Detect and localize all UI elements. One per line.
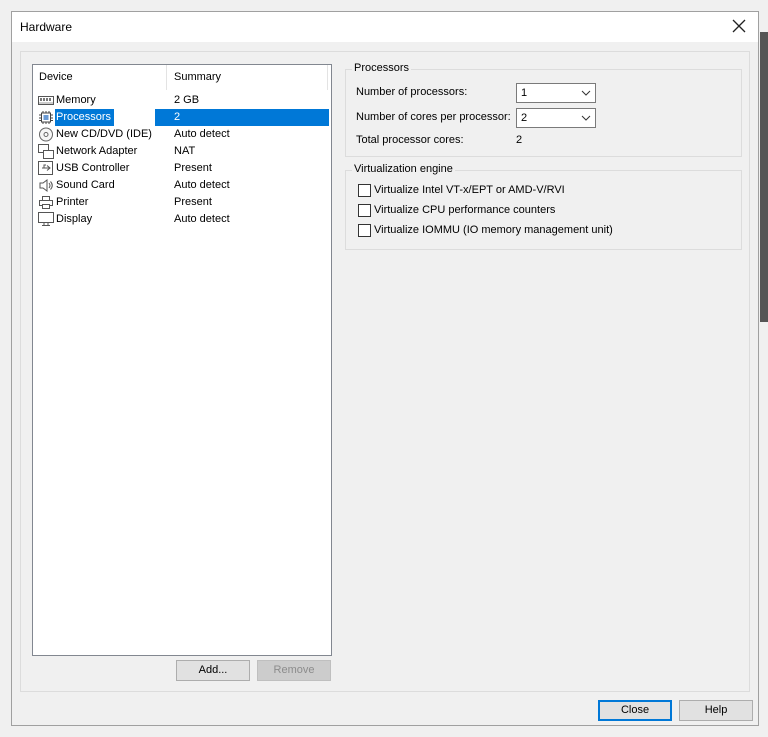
cd-dvd-icon (38, 127, 54, 142)
processor-icon (38, 110, 54, 125)
device-row-display[interactable]: Display Auto detect (37, 211, 330, 228)
virtualization-engine-title: Virtualization engine (352, 163, 455, 175)
vtx-ept-checkbox[interactable] (358, 184, 371, 197)
help-button[interactable]: Help (679, 700, 753, 721)
dialog-body: Device Summary Memory 2 GB Processors 2 (20, 51, 750, 692)
iommu-label[interactable]: Virtualize IOMMU (IO memory management u… (374, 224, 613, 236)
device-name: Network Adapter (56, 145, 138, 157)
speaker-icon (38, 178, 54, 193)
hardware-dialog: Hardware Device Summary Memory 2 GB Proc… (11, 11, 759, 726)
monitor-icon (38, 212, 54, 227)
title-bar: Hardware (12, 12, 758, 42)
close-window-icon[interactable] (728, 15, 750, 37)
device-name: Sound Card (56, 179, 115, 191)
window-title: Hardware (20, 20, 73, 34)
device-name: Memory (56, 94, 96, 106)
iommu-checkbox[interactable] (358, 224, 371, 237)
column-header-device[interactable]: Device (33, 65, 167, 90)
column-header-summary[interactable]: Summary (168, 65, 328, 90)
device-row-usb-controller[interactable]: USB Controller Present (37, 160, 330, 177)
device-summary: Present (174, 196, 212, 208)
processors-group: Processors Number of processors: 1 Numbe… (345, 62, 742, 157)
cpu-perf-counters-label[interactable]: Virtualize CPU performance counters (374, 204, 555, 216)
total-cores-value: 2 (516, 134, 523, 146)
device-row-printer[interactable]: Printer Present (37, 194, 330, 211)
remove-device-button[interactable]: Remove (257, 660, 331, 681)
num-processors-label: Number of processors: (356, 86, 468, 98)
device-row-processors[interactable]: Processors 2 (37, 109, 330, 126)
device-summary: Auto detect (174, 213, 230, 225)
chevron-down-icon (580, 87, 592, 99)
device-summary: 2 (155, 109, 329, 126)
cores-per-processor-value: 2 (521, 112, 528, 124)
device-name: Processors (55, 109, 115, 126)
device-summary: Present (174, 162, 212, 174)
device-name: Display (56, 213, 93, 225)
device-summary: Auto detect (174, 179, 230, 191)
background-window-edge (760, 32, 768, 322)
device-row-cd-dvd[interactable]: New CD/DVD (IDE) Auto detect (37, 126, 330, 143)
chevron-down-icon (580, 112, 592, 124)
add-device-button[interactable]: Add... (176, 660, 250, 681)
virtualization-engine-group: Virtualization engine Virtualize Intel V… (345, 163, 742, 250)
printer-icon (38, 195, 54, 210)
device-name: Printer (56, 196, 89, 208)
device-name: New CD/DVD (IDE) (56, 128, 152, 140)
device-summary: NAT (174, 145, 196, 157)
device-row-network-adapter[interactable]: Network Adapter NAT (37, 143, 330, 160)
processors-group-title: Processors (352, 62, 412, 74)
device-list[interactable]: Device Summary Memory 2 GB Processors 2 (32, 64, 332, 656)
cpu-perf-counters-checkbox[interactable] (358, 204, 371, 217)
close-button[interactable]: Close (598, 700, 672, 721)
cores-per-processor-select[interactable]: 2 (516, 108, 596, 128)
network-adapter-icon (38, 144, 54, 159)
total-cores-label: Total processor cores: (356, 134, 464, 146)
device-name: USB Controller (56, 162, 130, 174)
device-summary: Auto detect (174, 128, 230, 140)
cores-per-processor-label: Number of cores per processor: (356, 111, 511, 123)
num-processors-value: 1 (521, 87, 528, 99)
device-summary: 2 GB (174, 94, 200, 106)
num-processors-select[interactable]: 1 (516, 83, 596, 103)
vtx-ept-label[interactable]: Virtualize Intel VT-x/EPT or AMD-V/RVI (374, 184, 565, 196)
usb-icon (38, 161, 54, 176)
device-row-sound-card[interactable]: Sound Card Auto detect (37, 177, 330, 194)
memory-icon (38, 93, 54, 108)
device-row-memory[interactable]: Memory 2 GB (37, 92, 330, 109)
